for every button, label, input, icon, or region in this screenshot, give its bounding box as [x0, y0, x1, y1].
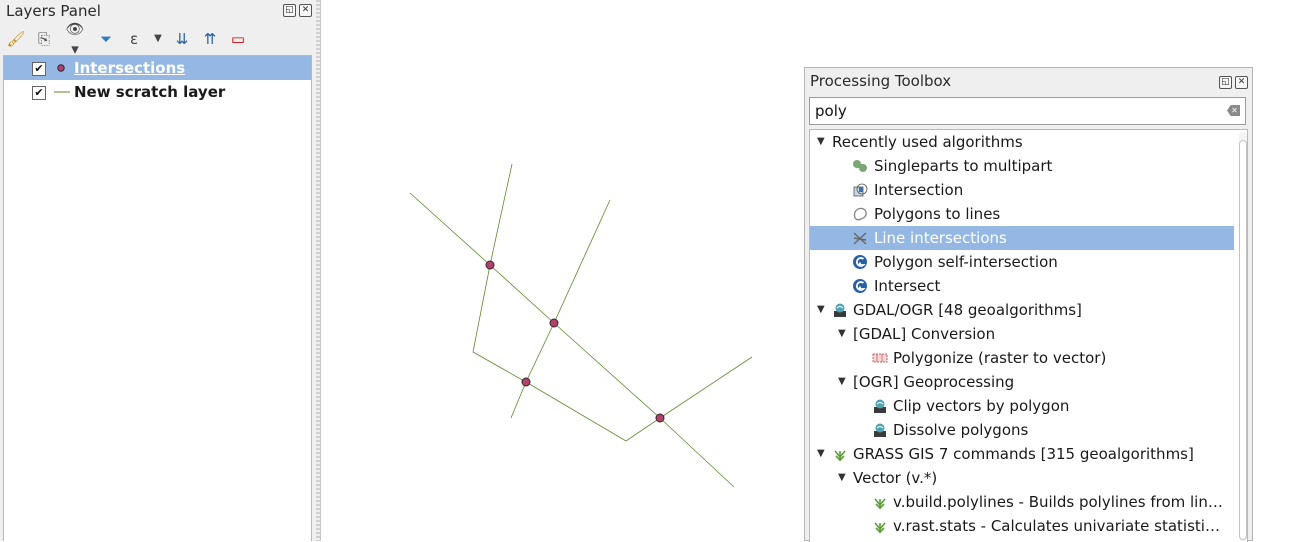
tree-item-label: [OGR] Geoprocessing — [853, 373, 1015, 391]
expand-arrow-icon[interactable]: ▼ — [817, 298, 829, 322]
tree-scrollbar-thumb[interactable] — [1239, 140, 1247, 540]
tree-item-label: Clip vectors by polygon — [893, 397, 1070, 415]
scratch-line-feature[interactable] — [409, 192, 735, 488]
tree-algorithm-row[interactable]: Intersection — [810, 178, 1234, 202]
expand-arrow-icon[interactable]: ▼ — [838, 322, 850, 346]
layer-visibility-checkbox[interactable]: ✔ — [32, 62, 46, 76]
algorithm-tree: ▼ Recently used algorithms Singleparts to … — [809, 129, 1248, 542]
tree-item-label: Dissolve polygons — [893, 421, 1029, 439]
tree-algorithm-row[interactable]: Dissolve polygons — [810, 418, 1234, 442]
tree-algorithm-row[interactable]: v.rast.stats - Calculates univariate sta… — [810, 514, 1234, 538]
grass-icon — [874, 522, 886, 533]
line-symbol-icon — [54, 91, 70, 93]
dropdown-arrow-icon[interactable]: ▼ — [152, 29, 164, 49]
multipart-icon — [853, 160, 867, 172]
line-intersections-icon — [853, 232, 867, 245]
saga-icon — [853, 255, 867, 269]
layer-row-intersections[interactable]: ✔ Intersections — [4, 56, 311, 80]
tree-algorithm-row[interactable]: Clip vectors by polygon — [810, 394, 1234, 418]
eye-visibility-icon[interactable]: 👁▾ — [62, 19, 88, 59]
layer-visibility-checkbox[interactable]: ✔ — [32, 86, 46, 100]
grass-icon — [874, 498, 886, 509]
point-symbol-icon — [57, 64, 65, 72]
expand-arrow-icon[interactable]: ▼ — [838, 466, 850, 490]
tree-item-label: Line intersections — [874, 229, 1007, 247]
tree-item-label: Polygons to lines — [874, 205, 1001, 223]
polygon-to-lines-icon — [853, 207, 867, 221]
toolbox-title: Processing Toolbox — [810, 72, 952, 90]
scratch-line-feature[interactable] — [472, 163, 753, 442]
tree-group-row[interactable]: ▼ Recently used algorithms — [810, 130, 1234, 154]
close-toolbox-button[interactable]: ✕ — [1235, 76, 1248, 89]
tree-algorithm-row[interactable]: Polygons to lines — [810, 202, 1234, 226]
layers-toolbar: 🖌 ⎘ 👁▾ ⏷ ε ▼ ⇊ ⇈ ▭ — [6, 20, 248, 58]
style-brush-icon[interactable]: 🖌 — [6, 29, 26, 49]
float-panel-button[interactable]: ◱ — [283, 4, 296, 17]
gdal-icon — [874, 423, 886, 437]
tree-algorithm-row[interactable]: Intersect — [810, 274, 1234, 298]
tree-item-label: Polygonize (raster to vector) — [893, 349, 1107, 367]
tree-group-row[interactable]: ▼ GDAL/OGR [48 geoalgorithms] — [810, 298, 1234, 322]
gdal-icon — [874, 399, 886, 413]
layer-name: Intersections — [74, 59, 186, 77]
add-group-icon[interactable]: ⎘ — [34, 29, 54, 49]
saga-icon — [853, 279, 867, 293]
expand-all-icon[interactable]: ⇊ — [172, 29, 192, 49]
expand-arrow-icon[interactable]: ▼ — [817, 130, 829, 154]
tree-algorithm-row[interactable]: v.build.polylines - Builds polylines fro… — [810, 490, 1234, 514]
tree-group-row[interactable]: ▼ Vector (v.*) — [810, 466, 1234, 490]
intersection-point[interactable] — [655, 413, 665, 423]
tree-algorithm-row[interactable]: Polygonize (raster to vector) — [810, 346, 1234, 370]
tree-item-label: Intersection — [874, 181, 964, 199]
toolbox-search-box: ✕ — [809, 97, 1246, 125]
tree-group-row[interactable]: ▼ [GDAL] Conversion — [810, 322, 1234, 346]
layers-panel: Layers Panel ◱ ✕ 🖌 ⎘ 👁▾ ⏷ ε ▼ ⇊ ⇈ ▭ ✔ In… — [0, 0, 316, 541]
tree-item-label: GDAL/OGR [48 geoalgorithms] — [853, 301, 1082, 319]
close-panel-button[interactable]: ✕ — [299, 4, 312, 17]
tree-item-label: v.build.polylines - Builds polylines fro… — [893, 493, 1228, 511]
tree-algorithm-row[interactable]: Singleparts to multipart — [810, 154, 1234, 178]
tree-item-label: Vector (v.*) — [853, 469, 938, 487]
tree-item-label: Intersect — [874, 277, 941, 295]
expand-arrow-icon[interactable]: ▼ — [817, 442, 829, 466]
remove-layer-icon[interactable]: ▭ — [228, 29, 248, 49]
toolbox-window-buttons: ◱ ✕ — [1219, 76, 1248, 89]
polygonize-icon — [872, 353, 888, 363]
tree-item-label: v.rast.stats - Calculates univariate sta… — [893, 517, 1228, 535]
layers-panel-title: Layers Panel — [6, 2, 101, 20]
toolbox-search-input[interactable] — [810, 98, 1215, 124]
collapse-all-icon[interactable]: ⇈ — [200, 29, 220, 49]
filter-icon[interactable]: ⏷ — [96, 29, 116, 49]
tree-algorithm-row[interactable]: Polygon self-intersection — [810, 250, 1234, 274]
tree-group-row[interactable]: ▼ GRASS GIS 7 commands [315 geoalgorithms… — [810, 442, 1234, 466]
tree-item-label: [GDAL] Conversion — [853, 325, 996, 343]
layer-row-new-scratch-layer[interactable]: ✔ New scratch layer — [4, 80, 311, 104]
gdal-icon — [834, 303, 846, 317]
tree-algorithm-row[interactable]: Line intersections — [810, 226, 1234, 250]
clear-search-icon[interactable]: ✕ — [1227, 105, 1240, 116]
tree-scrollbar[interactable] — [1239, 132, 1247, 541]
intersection-point[interactable] — [549, 318, 559, 328]
intersection-point[interactable] — [521, 377, 531, 387]
tree-item-label: Singleparts to multipart — [874, 157, 1053, 175]
tree-group-row[interactable]: ▼ [OGR] Geoprocessing — [810, 370, 1234, 394]
expression-filter-icon[interactable]: ε — [124, 29, 144, 49]
intersection-point[interactable] — [485, 260, 495, 270]
layer-list: ✔ Intersections ✔ New scratch layer — [3, 55, 312, 541]
float-toolbox-button[interactable]: ◱ — [1219, 76, 1232, 89]
tree-item-label: GRASS GIS 7 commands [315 geoalgorithms] — [853, 445, 1194, 463]
tree-item-label: Recently used algorithms — [832, 133, 1023, 151]
tree-item-label: Polygon self-intersection — [874, 253, 1058, 271]
processing-toolbox: Processing Toolbox ◱ ✕ ✕ ▼Recently used … — [804, 67, 1253, 542]
layer-name: New scratch layer — [74, 83, 226, 101]
intersection-icon — [853, 183, 868, 197]
grass-icon — [834, 450, 846, 461]
expand-arrow-icon[interactable]: ▼ — [838, 370, 850, 394]
layers-panel-window-buttons: ◱ ✕ — [283, 4, 312, 17]
